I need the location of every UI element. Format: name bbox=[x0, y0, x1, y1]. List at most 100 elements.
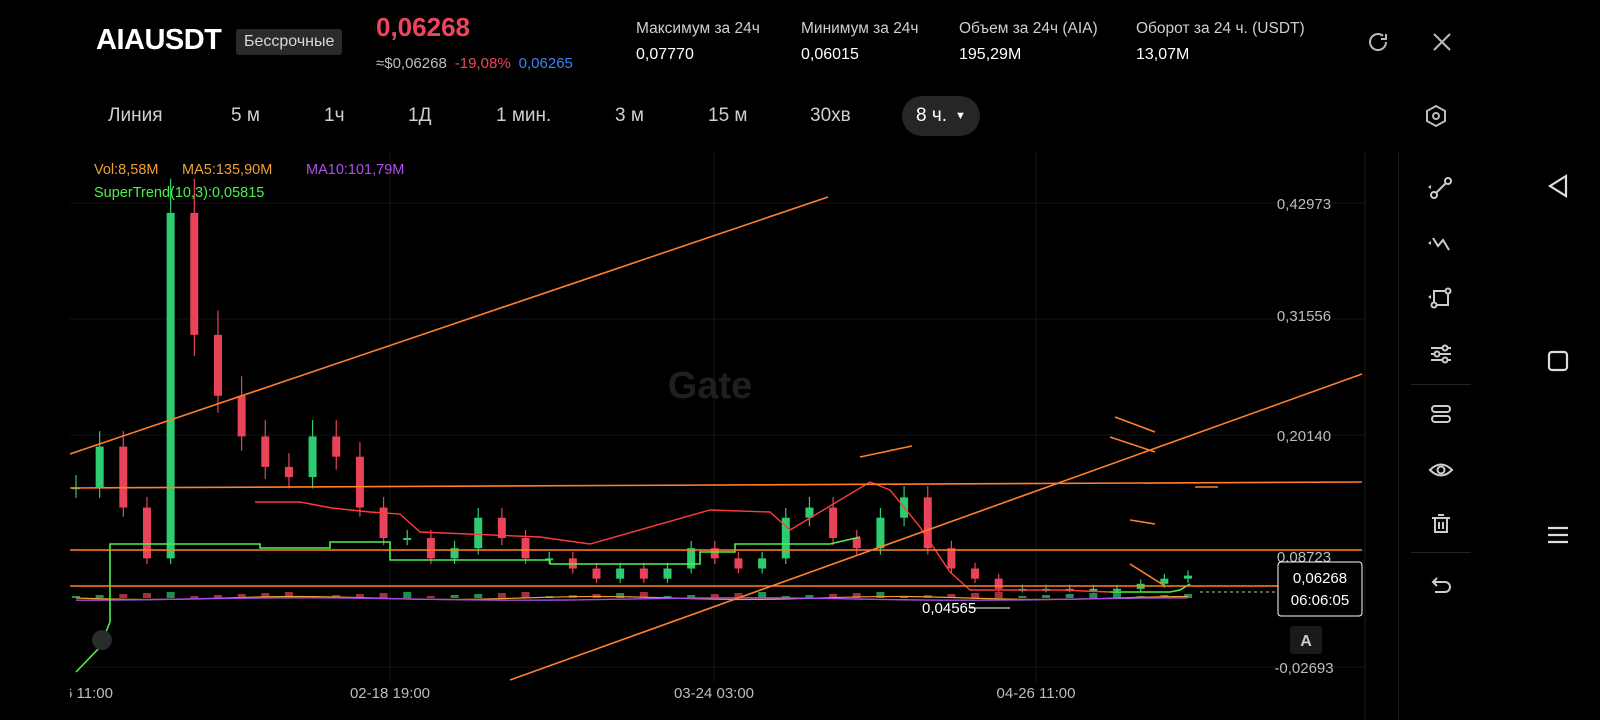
volume-bar bbox=[403, 592, 412, 598]
legend-ma10: MA10:101,79M bbox=[306, 162, 404, 178]
volume-bar bbox=[1065, 594, 1074, 598]
candle-body bbox=[95, 446, 104, 488]
arrow-drawing bbox=[1114, 416, 1156, 433]
tab-5m[interactable]: 5 м bbox=[231, 96, 260, 136]
trash-icon[interactable] bbox=[1399, 504, 1483, 544]
tab-8h-dropdown[interactable]: 8 ч. ▼ bbox=[902, 96, 980, 136]
y-tick-label: -0,02693 bbox=[1274, 660, 1333, 677]
stat-value: 0,07770 bbox=[636, 46, 694, 63]
candle-body bbox=[426, 538, 435, 559]
mark-price: 0,06265 bbox=[518, 55, 573, 72]
candle-body bbox=[308, 436, 317, 478]
eye-icon[interactable] bbox=[1399, 450, 1483, 490]
tab-3m[interactable]: 3 м bbox=[615, 96, 644, 136]
volume-bar bbox=[190, 596, 199, 598]
caret-down-icon: ▼ bbox=[955, 110, 966, 122]
candle-body bbox=[592, 568, 601, 579]
tab-1h[interactable]: 1ч bbox=[324, 96, 344, 136]
candle-body bbox=[639, 568, 648, 579]
volume-bar bbox=[994, 592, 1003, 598]
arrow-drawing bbox=[1109, 436, 1156, 453]
home-icon[interactable] bbox=[1528, 341, 1588, 381]
tab-line[interactable]: Линия bbox=[108, 96, 162, 136]
tab-1min[interactable]: 1 мин. bbox=[496, 96, 551, 136]
price-sub-info: ≈$0,06268 -19,08% 0,06265 bbox=[376, 55, 573, 72]
candle-body bbox=[687, 548, 696, 569]
stat-value: 195,29M bbox=[959, 46, 1022, 63]
horizontal-line-drawing bbox=[69, 481, 1363, 489]
tab-30m[interactable]: 30хв bbox=[810, 96, 851, 136]
volume-bar bbox=[142, 593, 151, 598]
x-tick-label: 02-18 19:00 bbox=[350, 685, 430, 702]
volume-bar bbox=[379, 593, 388, 598]
candle-body bbox=[734, 558, 743, 569]
stat-volume-24h: Объем за 24ч (AIA) 195,29M bbox=[959, 20, 1098, 64]
volume-bar bbox=[166, 592, 175, 598]
candle-body bbox=[947, 548, 956, 569]
y-tick-label: 0,42973 bbox=[1277, 196, 1331, 213]
candle-body bbox=[332, 436, 341, 457]
candle-body bbox=[284, 466, 293, 478]
candle-body bbox=[166, 212, 175, 559]
volume-bar bbox=[497, 593, 506, 598]
chart-grid bbox=[70, 152, 1366, 720]
auto-scale-label: A bbox=[1300, 633, 1312, 650]
volume-bar bbox=[1089, 593, 1098, 598]
refresh-icon[interactable] bbox=[1360, 24, 1396, 60]
candle-body bbox=[1184, 575, 1192, 579]
active-timeframe-label: 8 ч. bbox=[916, 105, 948, 126]
candle-body bbox=[213, 334, 222, 396]
watermark-logo: Gate bbox=[668, 365, 752, 407]
trend-line-drawing bbox=[509, 373, 1363, 681]
back-icon[interactable] bbox=[1528, 166, 1588, 206]
volume-bar bbox=[1018, 596, 1027, 598]
price-chart[interactable]: Gate Vol:8,58M MA5:135,90M MA10:101,79M … bbox=[64, 152, 1390, 720]
current-price-label: 0,06268 bbox=[1293, 570, 1347, 587]
x-tick-label: 6 11:00 bbox=[70, 685, 113, 702]
trend-line-icon[interactable] bbox=[1399, 168, 1483, 208]
candle-body bbox=[521, 538, 530, 559]
candle-body bbox=[852, 538, 861, 549]
legend-ma5: MA5:135,90M bbox=[182, 162, 272, 178]
candle-body bbox=[261, 436, 270, 467]
chart-settings-icon[interactable] bbox=[1418, 98, 1454, 134]
stat-label: Объем за 24ч (AIA) bbox=[959, 20, 1098, 37]
candle-body bbox=[971, 568, 980, 579]
volume-bar bbox=[426, 596, 435, 598]
zigzag-icon[interactable] bbox=[1399, 224, 1483, 264]
candles-layer bbox=[72, 178, 1192, 598]
tab-15m[interactable]: 15 м bbox=[708, 96, 747, 136]
y-tick-label: 0,31556 bbox=[1277, 308, 1331, 325]
candle-body bbox=[663, 568, 672, 579]
magnet-icon bbox=[92, 630, 112, 650]
tab-1d[interactable]: 1Д bbox=[408, 96, 431, 136]
volume-bar bbox=[521, 592, 530, 598]
arrow-drawing bbox=[1129, 563, 1166, 587]
rect-tool-icon[interactable] bbox=[1399, 278, 1483, 318]
toolbar-divider bbox=[1411, 384, 1471, 385]
ticker-header: AIAUSDT Бессрочные 0,06268 ≈$0,06268 -19,… bbox=[0, 0, 1490, 160]
stat-value: 0,06015 bbox=[801, 46, 859, 63]
candle-body bbox=[616, 568, 625, 579]
x-tick-label: 03-24 03:00 bbox=[674, 685, 754, 702]
volume-bar bbox=[450, 595, 459, 598]
candle-body bbox=[876, 517, 885, 549]
change-percent: -19,08% bbox=[454, 55, 511, 72]
layout-icon[interactable] bbox=[1399, 394, 1483, 434]
x-tick-label: 04-26 11:00 bbox=[997, 685, 1076, 702]
candle-body bbox=[237, 395, 246, 437]
indicator-settings-icon[interactable] bbox=[1399, 334, 1483, 374]
candle-body bbox=[190, 212, 199, 335]
volume-bar bbox=[119, 594, 128, 598]
candle-body bbox=[994, 578, 1003, 589]
stat-label: Максимум за 24ч bbox=[636, 20, 760, 37]
last-price: 0,06268 bbox=[376, 12, 470, 42]
stat-label: Минимум за 24ч bbox=[801, 20, 919, 37]
candle-body bbox=[355, 456, 364, 508]
close-icon[interactable] bbox=[1424, 24, 1460, 60]
volume-bar bbox=[1113, 592, 1122, 598]
volume-bar bbox=[758, 592, 767, 598]
pair-symbol[interactable]: AIAUSDT bbox=[96, 24, 222, 57]
undo-icon[interactable] bbox=[1399, 566, 1483, 606]
menu-icon[interactable] bbox=[1528, 515, 1588, 555]
